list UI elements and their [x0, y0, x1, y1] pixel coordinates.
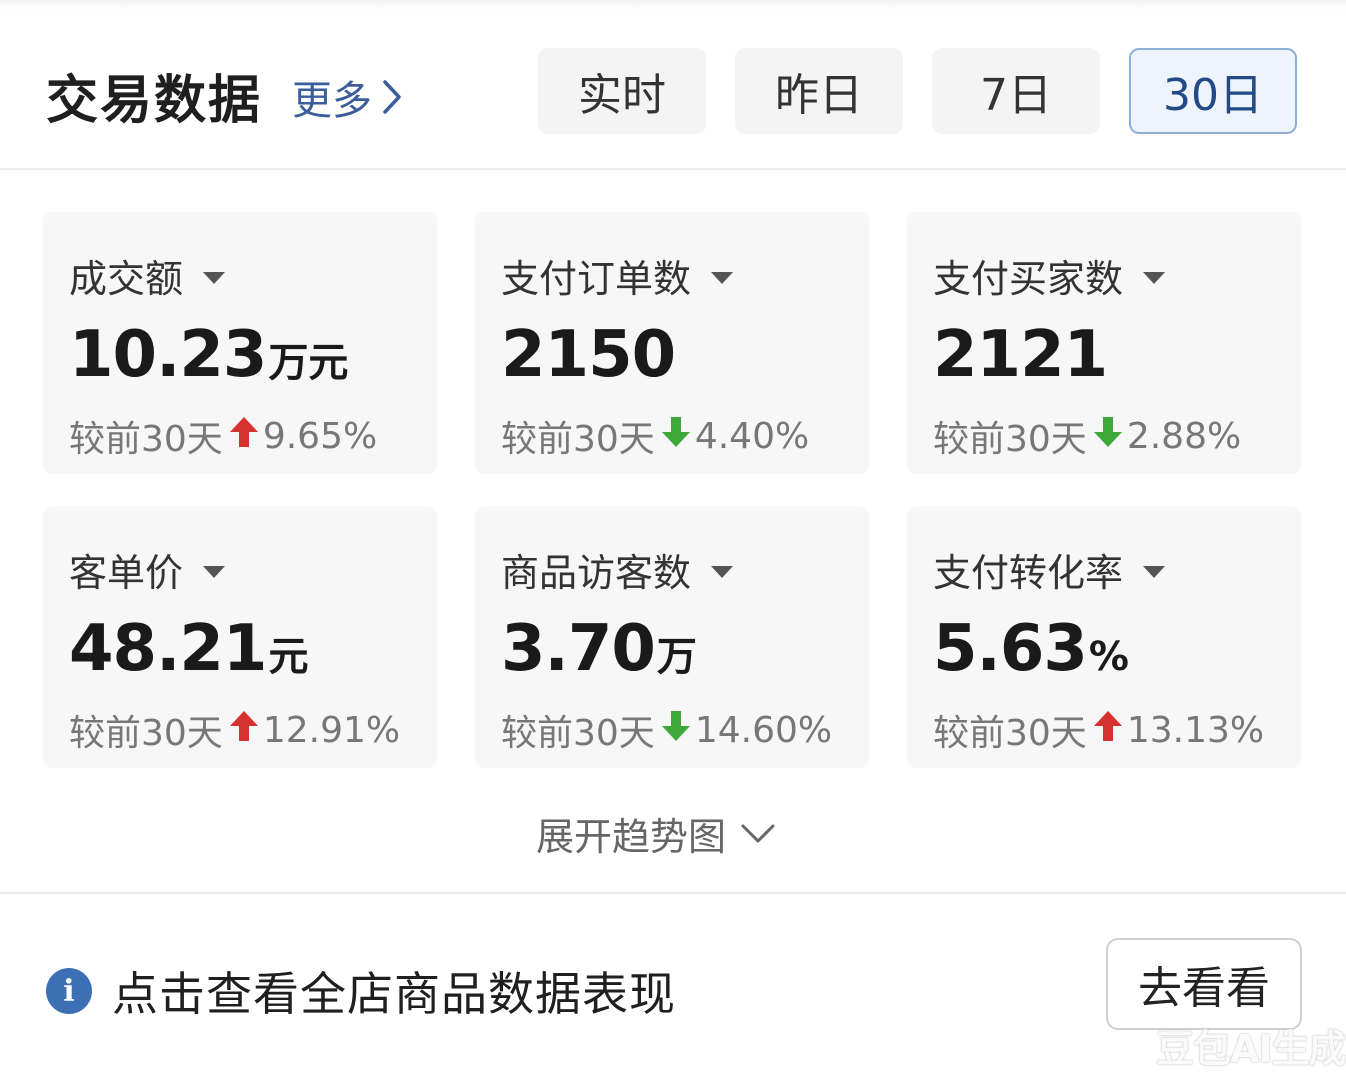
- tab-realtime[interactable]: 实时: [538, 48, 706, 134]
- expand-label: 展开趋势图: [536, 815, 727, 859]
- divider: [0, 892, 1346, 894]
- metric-label-dropdown[interactable]: 支付买家数: [933, 248, 1166, 303]
- metric-compare: 较前30天 2.88%: [933, 410, 1241, 462]
- metric-unit: 元: [268, 634, 309, 680]
- change-value: 9.65%: [262, 415, 378, 457]
- metric-number: 10.23: [69, 318, 267, 392]
- metric-number: 5.63: [933, 612, 1088, 686]
- metric-label: 支付买家数: [933, 257, 1124, 301]
- metric-label: 客单价: [69, 551, 184, 595]
- metric-value: 2121: [933, 318, 1109, 392]
- caret-down-icon: [203, 271, 226, 284]
- page-title: 交易数据: [46, 71, 263, 131]
- metric-compare: 较前30天 12.91%: [69, 704, 400, 756]
- tab-7-days[interactable]: 7日: [932, 48, 1100, 134]
- arrow-up-icon: [229, 416, 259, 457]
- compare-text: 较前30天: [69, 419, 223, 460]
- expand-trend-button[interactable]: 展开趋势图: [536, 806, 776, 861]
- metric-compare: 较前30天 4.40%: [501, 410, 809, 462]
- go-view-button[interactable]: 去看看: [1106, 938, 1302, 1030]
- tab-30-days[interactable]: 30日: [1129, 48, 1297, 134]
- change-value: 13.13%: [1126, 709, 1265, 751]
- metric-label: 商品访客数: [501, 551, 692, 595]
- chevron-right-icon: [383, 80, 401, 114]
- metric-unit: 万元: [268, 340, 349, 386]
- metric-value: 3.70 万: [501, 612, 697, 686]
- metric-number: 48.21: [69, 612, 267, 686]
- metric-label-dropdown[interactable]: 成交额: [69, 248, 226, 303]
- metric-label: 支付转化率: [933, 551, 1124, 595]
- header: 交易数据 更多 实时 昨日 7日 30日: [0, 0, 1346, 170]
- metric-value: 5.63 %: [933, 612, 1129, 686]
- compare-text: 较前30天: [933, 419, 1087, 460]
- arrow-down-icon: [661, 710, 691, 751]
- footer-info[interactable]: i 点击查看全店商品数据表现: [46, 958, 676, 1024]
- metric-compare: 较前30天 9.65%: [69, 410, 377, 462]
- arrow-down-icon: [661, 416, 691, 457]
- metric-label: 成交额: [69, 257, 184, 301]
- compare-text: 较前30天: [69, 713, 223, 754]
- metric-card-conversion-rate[interactable]: 支付转化率 5.63 % 较前30天 13.13%: [907, 506, 1301, 768]
- arrow-up-icon: [229, 710, 259, 751]
- metric-label-dropdown[interactable]: 客单价: [69, 542, 226, 597]
- compare-text: 较前30天: [501, 713, 655, 754]
- metric-card-product-visitors[interactable]: 商品访客数 3.70 万 较前30天 14.60%: [475, 506, 869, 768]
- arrow-down-icon: [1093, 416, 1123, 457]
- change-value: 14.60%: [694, 709, 833, 751]
- more-label: 更多: [292, 78, 372, 124]
- change-value: 12.91%: [262, 709, 401, 751]
- compare-text: 较前30天: [501, 419, 655, 460]
- metric-value: 10.23 万元: [69, 318, 348, 392]
- info-icon: i: [46, 968, 92, 1014]
- metric-card-avg-order-value[interactable]: 客单价 48.21 元 较前30天 12.91%: [43, 506, 437, 768]
- caret-down-icon: [711, 565, 734, 578]
- metric-number: 3.70: [501, 612, 656, 686]
- period-tabs: 实时 昨日 7日 30日: [538, 48, 1297, 134]
- caret-down-icon: [1143, 565, 1166, 578]
- metric-label-dropdown[interactable]: 商品访客数: [501, 542, 734, 597]
- metric-label: 支付订单数: [501, 257, 692, 301]
- metric-compare: 较前30天 14.60%: [501, 704, 832, 756]
- arrow-up-icon: [1093, 710, 1123, 751]
- metric-label-dropdown[interactable]: 支付订单数: [501, 248, 734, 303]
- metric-card-gmv[interactable]: 成交额 10.23 万元 较前30天 9.65%: [43, 212, 437, 474]
- compare-text: 较前30天: [933, 713, 1087, 754]
- metric-value: 48.21 元: [69, 612, 308, 686]
- metric-card-buyers[interactable]: 支付买家数 2121 较前30天 2.88%: [907, 212, 1301, 474]
- metric-compare: 较前30天 13.13%: [933, 704, 1264, 756]
- metric-unit: 万: [656, 634, 697, 680]
- metric-label-dropdown[interactable]: 支付转化率: [933, 542, 1166, 597]
- watermark: 豆包AI生成: [1156, 1027, 1346, 1071]
- chevron-down-icon: [741, 824, 775, 842]
- more-link[interactable]: 更多: [292, 68, 402, 126]
- caret-down-icon: [203, 565, 226, 578]
- caret-down-icon: [711, 271, 734, 284]
- metric-value: 2150: [501, 318, 677, 392]
- metric-number: 2150: [501, 318, 676, 392]
- tab-yesterday[interactable]: 昨日: [735, 48, 903, 134]
- metric-card-orders[interactable]: 支付订单数 2150 较前30天 4.40%: [475, 212, 869, 474]
- metric-unit: %: [1088, 634, 1129, 680]
- change-value: 2.88%: [1126, 415, 1242, 457]
- metric-number: 2121: [933, 318, 1108, 392]
- footer-text: 点击查看全店商品数据表现: [112, 967, 676, 1021]
- caret-down-icon: [1143, 271, 1166, 284]
- change-value: 4.40%: [694, 415, 810, 457]
